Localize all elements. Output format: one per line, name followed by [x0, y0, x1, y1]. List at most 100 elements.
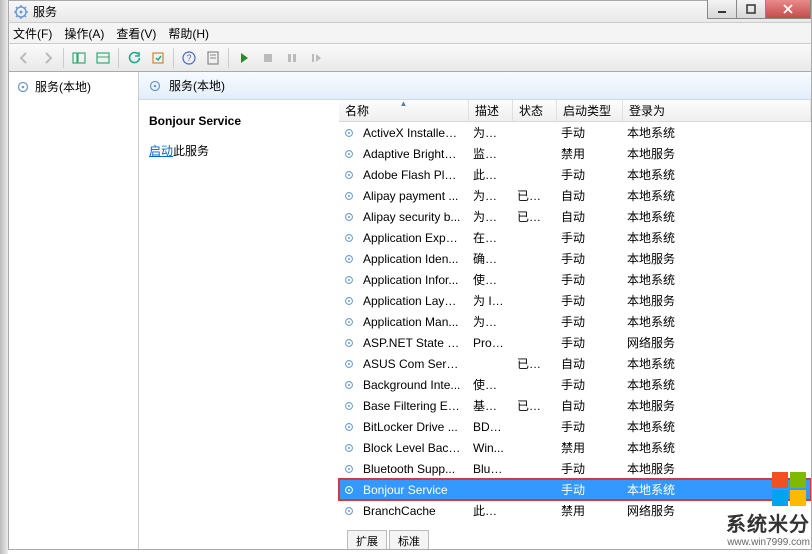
cell-desc: Blue...: [467, 462, 511, 476]
nav-item-label: 服务(本地): [35, 78, 91, 95]
cell-logon: 本地服务: [621, 292, 811, 309]
show-hide-action-button[interactable]: [92, 47, 114, 69]
cell-logon: 本地系统: [621, 271, 811, 288]
main-body: Bonjour Service 启动此服务 名称▲ 描述 状态 启动类型 登录为…: [139, 100, 811, 549]
cell-name: BitLocker Drive ...: [357, 420, 467, 434]
sort-asc-icon: ▲: [400, 100, 408, 108]
col-startup[interactable]: 启动类型: [557, 100, 623, 121]
cell-status: 已启动: [511, 208, 555, 225]
minimize-button[interactable]: [707, 0, 737, 19]
service-rows: ActiveX Installer ...为从 ...手动本地系统Adaptiv…: [339, 122, 811, 521]
tab-extended[interactable]: 扩展: [347, 530, 387, 549]
export-button[interactable]: [147, 47, 169, 69]
show-hide-tree-button[interactable]: [68, 47, 90, 69]
cell-logon: 网络服务: [621, 334, 811, 351]
service-row[interactable]: Bonjour Service 手动本地系统: [339, 479, 811, 500]
service-row[interactable]: Alipay payment ...为支...已启动自动本地系统: [339, 185, 811, 206]
service-row[interactable]: Application Infor...使用...手动本地系统: [339, 269, 811, 290]
cell-desc: 为 In...: [467, 292, 511, 309]
cell-startup: 手动: [555, 292, 621, 309]
services-window: 服务 文件(F) 操作(A) 查看(V) 帮助(H) ?: [8, 0, 812, 550]
service-row[interactable]: Block Level Back...Win...禁用本地系统: [339, 437, 811, 458]
gear-icon: [343, 253, 357, 265]
service-row[interactable]: Background Inte...使用...手动本地系统: [339, 374, 811, 395]
svg-text:?: ?: [186, 53, 191, 63]
cell-status: 已启动: [511, 355, 555, 372]
service-row[interactable]: Alipay security b...为支...已启动自动本地系统: [339, 206, 811, 227]
app-icon: [13, 4, 29, 20]
service-row[interactable]: BitLocker Drive ...BDE...手动本地系统: [339, 416, 811, 437]
stop-service-button: [257, 47, 279, 69]
cell-logon: 本地服务: [621, 145, 811, 162]
nav-tree[interactable]: 服务(本地): [9, 72, 139, 549]
titlebar[interactable]: 服务: [8, 0, 812, 22]
refresh-button[interactable]: [123, 47, 145, 69]
close-button[interactable]: [765, 0, 811, 19]
menubar: 文件(F) 操作(A) 查看(V) 帮助(H): [8, 22, 812, 44]
menu-help[interactable]: 帮助(H): [168, 25, 209, 42]
service-row[interactable]: BranchCache此服...禁用网络服务: [339, 500, 811, 521]
cell-startup: 自动: [555, 355, 621, 372]
cell-logon: 本地系统: [621, 481, 811, 498]
cell-name: ASP.NET State S...: [357, 336, 467, 350]
cell-logon: 本地系统: [621, 313, 811, 330]
start-service-button[interactable]: [233, 47, 255, 69]
col-logon[interactable]: 登录为: [623, 100, 811, 121]
service-row[interactable]: Bluetooth Supp...Blue...手动本地服务: [339, 458, 811, 479]
gear-icon: [343, 316, 357, 328]
gear-icon: [343, 148, 357, 160]
cell-logon: 本地系统: [621, 208, 811, 225]
service-row[interactable]: Application Laye...为 In...手动本地服务: [339, 290, 811, 311]
help-button[interactable]: ?: [178, 47, 200, 69]
menu-file[interactable]: 文件(F): [13, 25, 52, 42]
cell-startup: 禁用: [555, 502, 621, 519]
main-pane: 服务(本地) Bonjour Service 启动此服务 名称▲ 描述 状态 启…: [139, 72, 811, 549]
service-row[interactable]: Application Man...为通...手动本地系统: [339, 311, 811, 332]
service-row[interactable]: ASUS Com Servi...已启动自动本地系统: [339, 353, 811, 374]
cell-logon: 网络服务: [621, 502, 811, 519]
cell-logon: 本地服务: [621, 397, 811, 414]
service-row[interactable]: Application Iden...确定...手动本地服务: [339, 248, 811, 269]
gear-icon: [343, 190, 357, 202]
cell-desc: BDE...: [467, 420, 511, 434]
tab-standard[interactable]: 标准: [389, 530, 429, 549]
service-row[interactable]: Application Expe...在应...手动本地系统: [339, 227, 811, 248]
cell-name: Block Level Back...: [357, 441, 467, 455]
start-service-link[interactable]: 启动: [149, 144, 173, 158]
maximize-button[interactable]: [736, 0, 766, 19]
menu-action[interactable]: 操作(A): [64, 25, 104, 42]
col-name[interactable]: 名称▲: [339, 100, 469, 121]
cell-startup: 手动: [555, 481, 621, 498]
service-row[interactable]: Adobe Flash Pla...此服...手动本地系统: [339, 164, 811, 185]
service-row[interactable]: Base Filtering En...基本...已启动自动本地服务: [339, 395, 811, 416]
service-list[interactable]: 名称▲ 描述 状态 启动类型 登录为 ActiveX Installer ...…: [339, 100, 811, 549]
col-desc[interactable]: 描述: [469, 100, 513, 121]
service-row[interactable]: ActiveX Installer ...为从 ...手动本地系统: [339, 122, 811, 143]
cell-name: Adaptive Brightn...: [357, 147, 467, 161]
gear-icon: [343, 211, 357, 223]
cell-name: Application Iden...: [357, 252, 467, 266]
service-row[interactable]: ASP.NET State S...Prov...手动网络服务: [339, 332, 811, 353]
cell-startup: 手动: [555, 124, 621, 141]
cell-startup: 禁用: [555, 145, 621, 162]
properties-button[interactable]: [202, 47, 224, 69]
cell-desc: 为从 ...: [467, 124, 511, 141]
gear-icon: [343, 232, 357, 244]
menu-view[interactable]: 查看(V): [116, 25, 156, 42]
cell-startup: 禁用: [555, 439, 621, 456]
col-status[interactable]: 状态: [513, 100, 557, 121]
cell-logon: 本地系统: [621, 229, 811, 246]
cell-name: Bonjour Service: [357, 483, 467, 497]
cell-startup: 手动: [555, 376, 621, 393]
cell-logon: 本地系统: [621, 376, 811, 393]
nav-item-services-local[interactable]: 服务(本地): [13, 76, 134, 97]
service-row[interactable]: Adaptive Brightn...监视...禁用本地服务: [339, 143, 811, 164]
cell-startup: 手动: [555, 166, 621, 183]
toolbar-sep: [63, 48, 64, 68]
cell-name: Background Inte...: [357, 378, 467, 392]
toolbar: ?: [8, 44, 812, 72]
cell-desc: Win...: [467, 441, 511, 455]
cell-desc: 为通...: [467, 313, 511, 330]
gear-icon: [343, 295, 357, 307]
cell-name: Adobe Flash Pla...: [357, 168, 467, 182]
